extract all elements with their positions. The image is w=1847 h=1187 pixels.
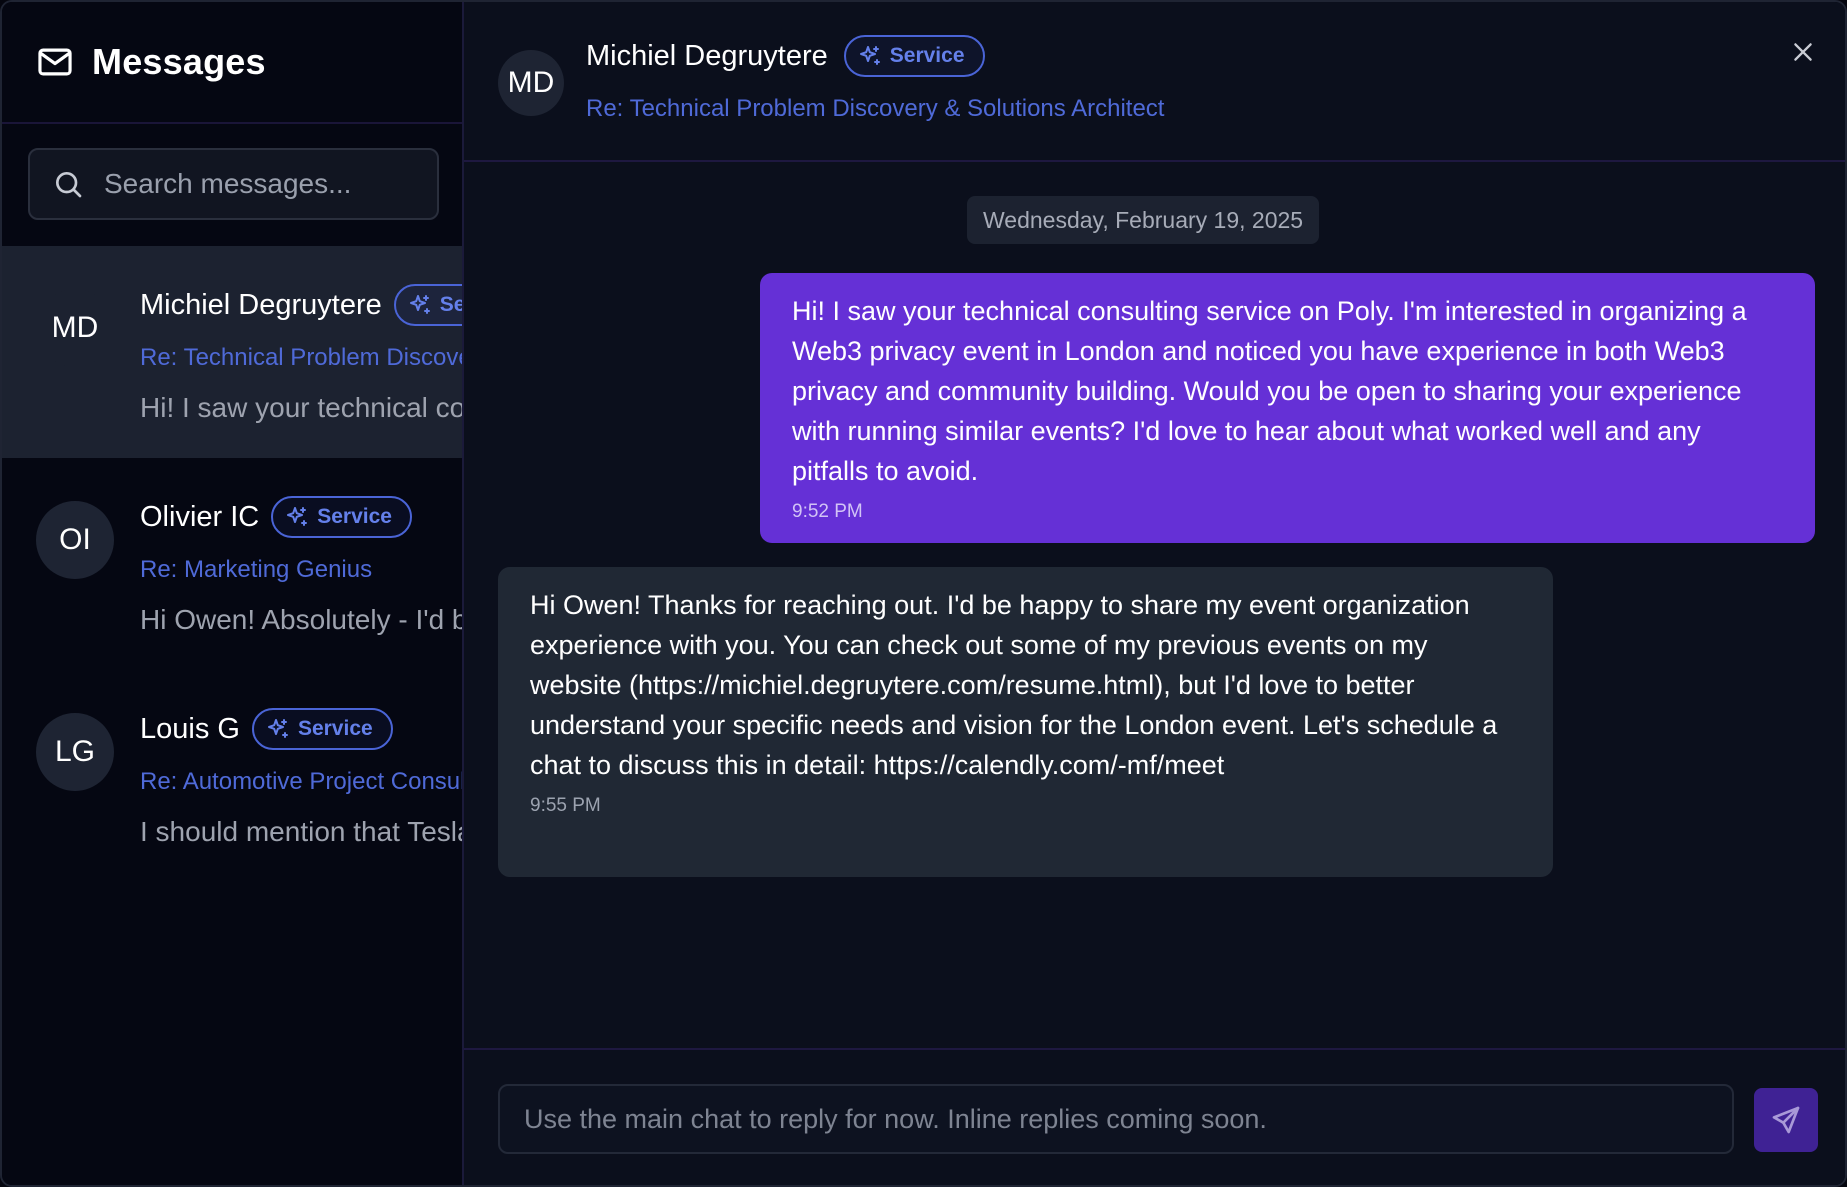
- header-name-row: Michiel Degruytere Service: [586, 35, 985, 77]
- contact-name: Michiel Degruytere: [586, 39, 828, 72]
- search-icon: [52, 168, 84, 200]
- reply-input-box[interactable]: [498, 1084, 1734, 1154]
- send-icon: [1770, 1104, 1802, 1136]
- reply-input[interactable]: [524, 1103, 1732, 1135]
- avatar: MD: [498, 50, 564, 116]
- service-badge-label: Service: [439, 293, 464, 316]
- search-input[interactable]: [104, 168, 434, 200]
- sidebar-header: Messages: [2, 2, 464, 124]
- mail-icon: [36, 43, 74, 81]
- conversation-subject: Re: Automotive Project Consulting: [140, 768, 464, 795]
- message-thread: Wednesday, February 19, 2025 Hi! I saw y…: [464, 162, 1845, 1048]
- conversation-item-louis-g[interactable]: LG Louis G Service Re: Automotive Projec: [2, 670, 464, 882]
- conversation-name-row: Olivier IC Service: [140, 496, 412, 538]
- sparkle-icon: [285, 505, 309, 529]
- conversation-preview: Hi! I saw your technical consulting serv…: [140, 392, 464, 423]
- messages-app: Messages MD Michiel Degruytere: [0, 0, 1847, 1187]
- conversation-subject-link[interactable]: Re: Technical Problem Discovery & Soluti…: [586, 95, 1164, 123]
- conversation-list: MD Michiel Degruytere Service Re: Techni: [2, 246, 464, 882]
- message-text: Hi! I saw your technical consulting serv…: [792, 296, 1747, 486]
- close-icon: [1790, 39, 1816, 65]
- conversation-panel: MD Michiel Degruytere Service Re: Techni…: [462, 2, 1845, 1185]
- sparkle-icon: [858, 44, 882, 68]
- service-badge: Service: [251, 708, 393, 750]
- reply-composer: [464, 1048, 1845, 1185]
- send-button[interactable]: [1754, 1088, 1818, 1152]
- conversation-name-row: Michiel Degruytere Service: [140, 284, 464, 326]
- message-text: Hi Owen! Thanks for reaching out. I'd be…: [530, 590, 1498, 780]
- service-badge: Service: [393, 284, 464, 326]
- search-box[interactable]: [28, 148, 439, 220]
- service-badge-label: Service: [889, 44, 965, 67]
- conversation-preview: I should mention that Tesla: [140, 816, 464, 847]
- conversation-name: Olivier IC: [140, 500, 260, 533]
- incoming-message: Hi Owen! Thanks for reaching out. I'd be…: [498, 567, 1553, 877]
- sparkle-icon: [266, 717, 290, 741]
- conversation-subject: Re: Technical Problem Discovery & Soluti…: [140, 344, 464, 371]
- conversation-header: MD Michiel Degruytere Service Re: Techni…: [464, 2, 1845, 162]
- outgoing-message: Hi! I saw your technical consulting serv…: [760, 273, 1815, 543]
- conversation-item-michiel-degruytere[interactable]: MD Michiel Degruytere Service Re: Techni: [2, 246, 464, 458]
- message-time: 9:55 PM: [530, 795, 601, 816]
- avatar: MD: [36, 289, 114, 367]
- avatar: OI: [36, 501, 114, 579]
- sidebar: Messages MD Michiel Degruytere: [2, 2, 464, 1185]
- message-time: 9:52 PM: [792, 501, 863, 522]
- service-badge: Service: [843, 35, 985, 77]
- date-separator: Wednesday, February 19, 2025: [967, 196, 1320, 244]
- close-button[interactable]: [1787, 36, 1819, 68]
- service-badge: Service: [271, 496, 412, 538]
- conversation-preview: Hi Owen! Absolutely - I'd be happy to he…: [140, 604, 464, 635]
- service-badge-label: Service: [297, 717, 373, 740]
- conversation-name: Michiel Degruytere: [140, 288, 382, 321]
- conversation-name-row: Louis G Service: [140, 708, 393, 750]
- conversation-subject: Re: Marketing Genius: [140, 556, 373, 583]
- conversation-name: Louis G: [140, 712, 240, 745]
- sparkle-icon: [408, 293, 432, 317]
- service-badge-label: Service: [317, 505, 392, 528]
- conversation-item-olivier-ic[interactable]: OI Olivier IC Service Re: Marketing Geni: [2, 458, 464, 670]
- sidebar-title: Messages: [92, 41, 266, 82]
- avatar: LG: [36, 713, 114, 791]
